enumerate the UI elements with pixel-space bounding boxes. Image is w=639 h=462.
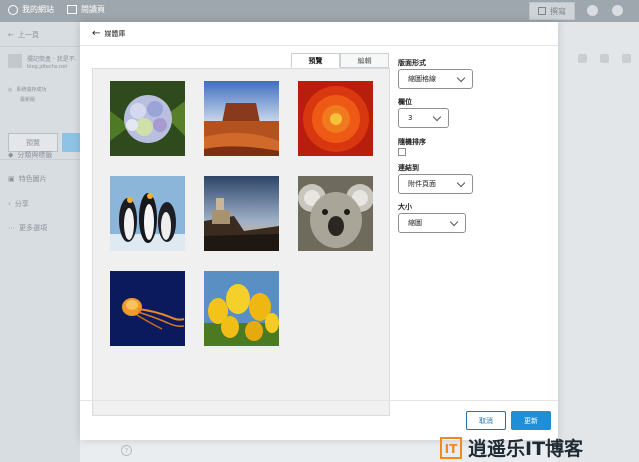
sidebar-item-label: 分類與標籤	[17, 151, 53, 159]
wordpress-icon	[8, 4, 18, 15]
sidebar-item-categories[interactable]: ◆ 分類與標籤	[8, 150, 52, 160]
sidebar-item-label: 特色圖片	[18, 175, 47, 183]
random-order-label: 隨機排序	[398, 138, 426, 146]
sidebar-item-label: 更多選項	[19, 224, 47, 232]
watermark: IT 逍遥乐IT博客	[440, 434, 583, 461]
view-tabs: 預覽 編輯	[291, 53, 389, 68]
layout-select-value: 縮圖格線	[408, 75, 436, 83]
gallery-edit-modal: ← 媒體庫 預覽 編輯 版面形式 縮圖格線 欄位 3 隨機排序 連結到 附件頁面…	[80, 22, 558, 440]
arrow-left-icon: ←	[8, 31, 14, 39]
layout-label: 版面形式	[398, 59, 426, 67]
sidebar-back-link[interactable]: ← 上一頁	[8, 30, 39, 40]
save-status-text: 系統儲存成功	[16, 87, 47, 93]
site-subtitle: blog.jdtechs.net	[27, 64, 68, 70]
editor-toolbar-area	[558, 22, 639, 462]
site-title: 擺記筒盒 · 我是不	[27, 56, 75, 63]
gallery-image-hydrangea[interactable]	[110, 81, 185, 156]
reader-link[interactable]: 閱讀頁	[67, 4, 105, 15]
save-status: ◎ 系統儲存成功	[8, 86, 47, 94]
my-site-label: 我的網站	[22, 5, 54, 14]
link-to-label: 連結到	[398, 164, 419, 172]
watermark-logo-icon: IT	[440, 436, 462, 459]
admin-bar: 我的網站 閱讀頁 撰寫	[0, 0, 639, 22]
watermark-text: 逍遥乐IT博客	[468, 438, 584, 460]
image-icon: ▣	[8, 175, 15, 183]
sidebar-back-label: 上一頁	[17, 31, 39, 39]
gallery-image-penguins[interactable]	[110, 176, 185, 251]
site-icon	[8, 54, 22, 68]
avatar[interactable]	[587, 5, 598, 16]
columns-label: 欄位	[398, 98, 412, 106]
reader-icon	[67, 5, 77, 14]
notifications-icon[interactable]	[612, 5, 623, 16]
link-to-select-value: 附件頁面	[408, 180, 436, 188]
info-icon: ◎	[8, 86, 13, 93]
svg-text:IT: IT	[445, 442, 458, 456]
size-select[interactable]: 縮圖	[398, 213, 466, 233]
chevron-down-icon	[449, 217, 459, 227]
pencil-icon	[538, 7, 546, 15]
gallery-preview	[92, 68, 390, 416]
arrow-left-icon: ←	[92, 27, 101, 39]
version-label: 最新版	[20, 97, 36, 103]
columns-select[interactable]: 3	[398, 108, 449, 128]
link-to-select[interactable]: 附件頁面	[398, 174, 473, 194]
update-button[interactable]: 更新	[511, 411, 551, 430]
share-icon: ‹	[8, 200, 11, 208]
layout-select[interactable]: 縮圖格線	[398, 69, 473, 89]
tab-preview[interactable]: 預覽	[291, 53, 340, 68]
gallery-image-jellyfish[interactable]	[110, 271, 185, 346]
media-library-back-link[interactable]: ← 媒體庫	[92, 27, 126, 39]
tab-edit[interactable]: 編輯	[340, 53, 389, 68]
size-select-value: 縮圖	[408, 219, 422, 227]
chevron-down-icon	[432, 112, 442, 122]
modal-header: ← 媒體庫	[80, 22, 558, 46]
random-order-checkbox[interactable]	[398, 148, 406, 156]
divider	[0, 46, 80, 47]
help-icon[interactable]: ?	[121, 445, 132, 456]
sidebar-item-more-options[interactable]: ⋯ 更多選項	[8, 223, 47, 233]
toolbar-icon[interactable]	[578, 54, 587, 63]
columns-select-value: 3	[408, 114, 413, 122]
chevron-down-icon	[456, 178, 466, 188]
publish-button[interactable]	[62, 133, 82, 152]
gallery-image-tulips[interactable]	[204, 271, 279, 346]
write-label: 撰寫	[550, 6, 566, 16]
gallery-image-koala[interactable]	[298, 176, 373, 251]
eye-icon[interactable]	[600, 54, 609, 63]
gallery-image-chrysanthemum[interactable]	[298, 81, 373, 156]
tag-icon: ◆	[8, 151, 14, 159]
gallery-image-desert[interactable]	[204, 81, 279, 156]
editor-sidebar: ← 上一頁 擺記筒盒 · 我是不 blog.jdtechs.net ◎ 系統儲存…	[0, 22, 82, 462]
sidebar-item-sharing[interactable]: ‹ 分享	[8, 199, 29, 209]
media-library-label: 媒體庫	[104, 29, 126, 38]
sidebar-item-featured-image[interactable]: ▣ 特色圖片	[8, 174, 47, 184]
sidebar-item-label: 分享	[14, 200, 29, 208]
my-site-link[interactable]: 我的網站	[8, 4, 54, 15]
chevron-down-icon	[456, 73, 466, 83]
gallery-image-lighthouse[interactable]	[204, 176, 279, 251]
more-icon: ⋯	[8, 224, 15, 232]
cancel-button[interactable]: 取消	[466, 411, 506, 430]
write-button[interactable]: 撰寫	[529, 2, 575, 20]
reader-label: 閱讀頁	[81, 5, 105, 14]
gear-icon[interactable]	[622, 54, 631, 63]
size-label: 大小	[398, 203, 412, 211]
